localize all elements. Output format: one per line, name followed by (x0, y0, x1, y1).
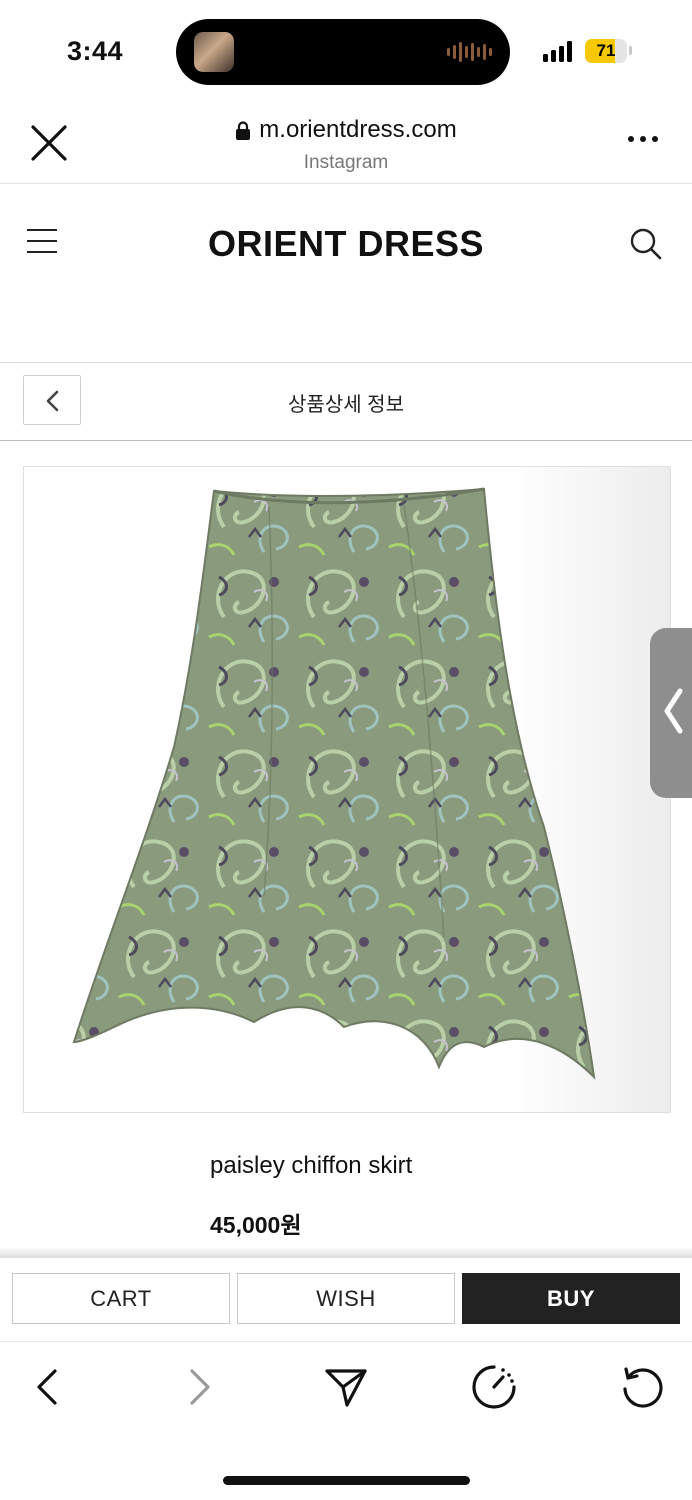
in-app-browser-bar: m.orientdress.com Instagram (0, 100, 692, 184)
now-playing-artwork (194, 32, 234, 72)
source-app-label: Instagram (303, 152, 389, 173)
url-text: m.orientdress.com (259, 116, 457, 143)
more-icon[interactable] (628, 136, 658, 142)
cart-button[interactable]: CART (12, 1273, 230, 1324)
battery-percent: 71 (596, 41, 616, 60)
site-logo[interactable]: ORIENT DRESS (0, 223, 692, 265)
share-icon[interactable] (322, 1363, 370, 1411)
battery-icon: 71 (585, 39, 627, 63)
status-bar: 3:44 71 (0, 0, 692, 100)
site-header: ORIENT DRESS (0, 185, 692, 363)
speed-icon[interactable] (470, 1363, 518, 1411)
page-title-bar: 상품상세 정보 (0, 364, 692, 441)
paisley-skirt-photo (24, 467, 670, 1112)
status-time: 3:44 (67, 36, 124, 66)
back-icon[interactable] (25, 1363, 73, 1411)
home-indicator[interactable] (223, 1476, 470, 1485)
cellular-signal-icon (543, 40, 572, 62)
page-title: 상품상세 정보 (288, 394, 404, 416)
lock-icon (236, 121, 251, 140)
audio-waveform-icon (447, 41, 492, 63)
forward-icon[interactable] (174, 1363, 222, 1411)
search-icon[interactable] (629, 227, 663, 261)
browser-nav-toolbar (0, 1343, 692, 1433)
chevron-left-icon (664, 688, 683, 734)
purchase-action-bar: CART WISH BUY (0, 1258, 692, 1342)
product-price: 45,000원 (210, 1212, 302, 1238)
side-panel-handle[interactable] (650, 628, 692, 798)
product-image[interactable] (23, 466, 671, 1113)
product-name: paisley chiffon skirt (210, 1152, 413, 1179)
reload-icon[interactable] (618, 1363, 666, 1411)
dynamic-island[interactable] (176, 19, 510, 85)
wish-button[interactable]: WISH (237, 1273, 455, 1324)
buy-button[interactable]: BUY (462, 1273, 680, 1324)
address-display[interactable]: m.orientdress.com Instagram (0, 116, 692, 174)
battery-tip (629, 46, 632, 55)
